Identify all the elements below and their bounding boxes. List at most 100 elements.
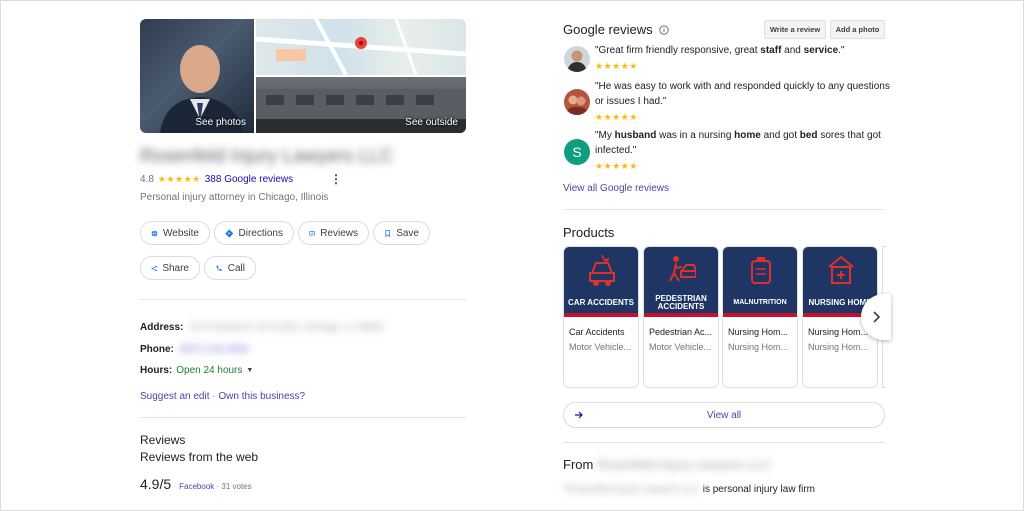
- product-category: Nursing Hom...: [808, 342, 869, 352]
- product-name: Nursing Hom...: [808, 327, 869, 337]
- phone-label: Phone:: [140, 344, 174, 355]
- product-card[interactable]: PEDESTRIAN ACCIDENTS Pedestrian Ac... Mo…: [643, 246, 719, 388]
- product-banner: CAR ACCIDENTS: [564, 294, 638, 312]
- review-stars: ★★★★★: [595, 61, 638, 71]
- product-category: Motor Vehicle...: [569, 342, 632, 352]
- review-text: "He was easy to work with and responded …: [595, 79, 890, 109]
- view-all-label: View all: [706, 409, 742, 421]
- write-review-button[interactable]: Write a review: [764, 20, 826, 39]
- directions-button[interactable]: Directions: [214, 221, 294, 245]
- own-business-link[interactable]: Own this business?: [218, 391, 305, 402]
- reviewer-avatar: [564, 46, 590, 72]
- divider: [563, 209, 885, 210]
- save-button[interactable]: Save: [373, 221, 430, 245]
- product-name: Car Accidents: [569, 327, 625, 337]
- view-all-reviews-link[interactable]: View all Google reviews: [563, 183, 669, 194]
- business-photo[interactable]: See photos: [140, 19, 254, 133]
- website-button[interactable]: Website: [140, 221, 210, 245]
- review-text-line: infected.": [595, 145, 637, 156]
- reviewer-avatar: S: [564, 139, 590, 165]
- product-banner: PEDESTRIAN ACCIDENTS: [644, 294, 718, 312]
- pedestrian-icon: [669, 256, 696, 282]
- review-text-line: "He was easy to work with and responded …: [595, 81, 890, 92]
- web-review-row: 4.9/5 Facebook · 31 votes: [140, 476, 252, 492]
- street-view-thumbnail[interactable]: See outside: [256, 77, 466, 133]
- map-graphic: [256, 19, 466, 75]
- facebook-link[interactable]: Facebook: [179, 482, 214, 491]
- reviews-heading: Reviews: [140, 433, 186, 447]
- reviewer-photo: [564, 95, 590, 115]
- banner-accent: [564, 313, 638, 317]
- call-label: Call: [227, 262, 245, 274]
- rating-value: 4.8: [140, 174, 154, 185]
- see-photos-label: See photos: [195, 117, 246, 128]
- product-card[interactable]: MALNUTRITION Nursing Hom... Nursing Hom.…: [722, 246, 798, 388]
- from-label: From: [563, 457, 594, 472]
- web-review-source-wrap: Facebook · 31 votes: [179, 482, 252, 491]
- business-name: Rosenfeld Injury Lawyers LLC: [140, 146, 394, 167]
- google-reviews-title: Google reviews: [563, 22, 669, 37]
- product-image: CAR ACCIDENTS: [564, 247, 638, 317]
- divider: [563, 442, 885, 443]
- phone-icon: [216, 265, 222, 271]
- share-label: Share: [162, 262, 189, 274]
- product-category: Nursing Hom...: [728, 342, 789, 352]
- review-text: "My husband was in a nursing home and go…: [595, 128, 881, 158]
- call-button[interactable]: Call: [204, 256, 256, 280]
- product-card[interactable]: CAR ACCIDENTS Car Accidents Motor Vehicl…: [563, 246, 639, 388]
- directions-icon: [225, 228, 234, 238]
- see-outside-label: See outside: [405, 117, 458, 128]
- more-options-icon[interactable]: ⋮: [330, 172, 342, 186]
- website-label: Website: [163, 227, 199, 239]
- hours-value[interactable]: Open 24 hours: [176, 365, 242, 376]
- hours-row: Hours: Open 24 hours ▼: [140, 365, 253, 376]
- from-description-text: is personal injury law firm: [702, 484, 815, 495]
- review-stars: ★★★★★: [595, 161, 638, 171]
- review-text: "Great firm friendly responsive, great s…: [595, 45, 845, 56]
- product-image: PEDESTRIAN ACCIDENTS: [644, 247, 718, 317]
- share-icon: [151, 265, 157, 271]
- reviews-from-web-heading: Reviews from the web: [140, 450, 259, 464]
- product-name: Nursing Hom...: [728, 327, 789, 337]
- address-value[interactable]: 33 N Dearborn St #1930, Chicago, IL 6060…: [189, 322, 384, 333]
- view-all-products-button[interactable]: View all: [563, 402, 885, 428]
- reviews-button[interactable]: Reviews: [298, 221, 369, 245]
- google-reviews-link[interactable]: 388 Google reviews: [205, 174, 293, 185]
- add-photo-button[interactable]: Add a photo: [830, 20, 885, 39]
- google-reviews-title-text: Google reviews: [563, 22, 653, 37]
- share-button[interactable]: Share: [140, 256, 200, 280]
- product-banner: MALNUTRITION: [723, 294, 797, 312]
- map-thumbnail[interactable]: [256, 19, 466, 75]
- product-image: MALNUTRITION: [723, 247, 797, 317]
- bookmark-icon: [385, 229, 390, 237]
- business-category: Personal injury attorney in Chicago, Ill…: [140, 192, 329, 203]
- banner-accent: [644, 313, 718, 317]
- phone-value[interactable]: (847) 243-4693: [180, 344, 248, 355]
- car-accident-icon: [589, 254, 615, 286]
- address-label: Address:: [140, 322, 184, 333]
- divider: [140, 299, 466, 300]
- product-category: Motor Vehicle...: [649, 342, 712, 352]
- web-review-score: 4.9/5: [140, 476, 172, 492]
- product-name: Pedestrian Ac...: [649, 327, 713, 337]
- save-label: Save: [396, 227, 419, 239]
- reviews-label: Reviews: [320, 227, 358, 239]
- review-text-line: "My husband was in a nursing home and go…: [595, 130, 881, 141]
- web-review-votes: · 31 votes: [214, 482, 252, 491]
- info-icon[interactable]: [658, 24, 669, 35]
- person-photo: [160, 45, 244, 133]
- banner-accent: [723, 313, 797, 317]
- rating-stars: ★★★★★: [157, 174, 201, 184]
- from-description-blurred: "Rosenfeld Injury Lawyers LLC: [563, 484, 700, 495]
- review-stars: ★★★★★: [595, 112, 638, 122]
- address-row: Address: 33 N Dearborn St #1930, Chicago…: [140, 322, 384, 333]
- hours-dropdown-icon[interactable]: ▼: [246, 367, 253, 374]
- from-business-name: Rosenfeld Injury Lawyers LLC: [597, 457, 771, 472]
- reviews-icon: [309, 230, 315, 236]
- reviewer-avatar: [564, 89, 590, 115]
- rating-row: 4.8 ★★★★★ 388 Google reviews: [140, 174, 293, 185]
- reviewer-photo: [567, 50, 587, 72]
- suggest-edit-link[interactable]: Suggest an edit: [140, 391, 210, 402]
- products-title: Products: [563, 225, 615, 240]
- from-description: "Rosenfeld Injury Lawyers LLC is persona…: [563, 484, 815, 495]
